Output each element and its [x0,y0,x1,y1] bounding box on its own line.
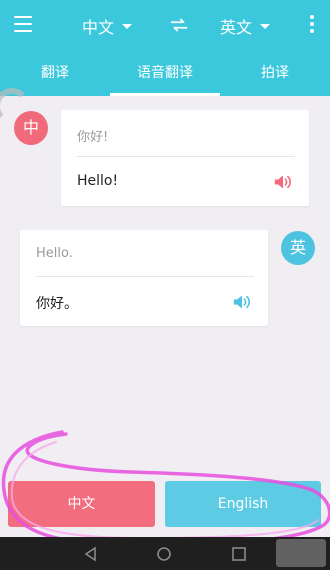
tab-label: 翻译 [41,65,69,81]
bubble-divider [36,276,254,277]
tab-label: 语音翻译 [137,65,193,81]
hamburger-menu-icon[interactable] [14,16,34,32]
app-header: 中文 英文 [0,0,330,52]
english-voice-button[interactable]: English [165,481,321,527]
chevron-down-icon [260,23,271,29]
chevron-down-icon [122,23,133,29]
english-speaker-avatar: 英 [281,231,315,265]
bubble-divider [77,156,295,157]
swap-arrows-icon[interactable] [168,14,190,36]
tab-label: 拍译 [261,65,289,81]
source-text: 你好! [77,130,109,145]
back-triangle-icon[interactable] [82,545,100,563]
source-language-label: 中文 [82,18,115,37]
message-bubble-english: Hello. 你好。 [20,230,268,326]
source-language-dropdown[interactable]: 中文 [82,14,133,38]
watermark [276,539,326,567]
tab-photo-translate[interactable]: 拍译 [220,52,330,96]
speaker-icon[interactable] [273,173,293,191]
chinese-speaker-avatar: 中 [14,111,48,145]
target-language-label: 英文 [220,18,253,37]
active-tab-indicator [110,93,220,96]
message-bubble-chinese: 你好! Hello! [61,110,309,206]
more-vertical-icon[interactable] [310,15,316,35]
source-text: Hello. [36,246,73,261]
target-language-dropdown[interactable]: 英文 [220,14,271,38]
tab-voice-translate[interactable]: 语音翻译 [110,52,220,96]
recent-apps-square-icon[interactable] [230,545,248,563]
tab-bar: 翻译 语音翻译 拍译 [0,52,330,96]
translation-text: Hello! [77,173,119,189]
translation-text: 你好。 [36,296,78,312]
speaker-icon[interactable] [232,293,252,311]
avatar-label: 英 [289,238,306,257]
avatar-label: 中 [22,118,39,137]
chinese-voice-button[interactable]: 中文 [8,481,155,527]
home-circle-icon[interactable] [155,545,173,563]
